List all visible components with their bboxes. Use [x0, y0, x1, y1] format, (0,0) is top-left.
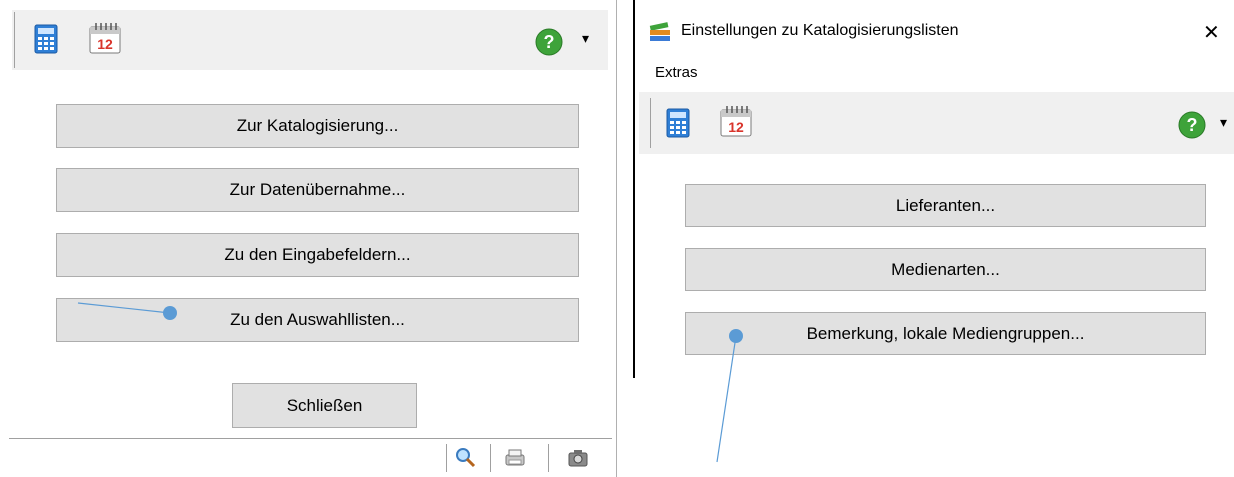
- annotation-pointer: [716, 329, 743, 463]
